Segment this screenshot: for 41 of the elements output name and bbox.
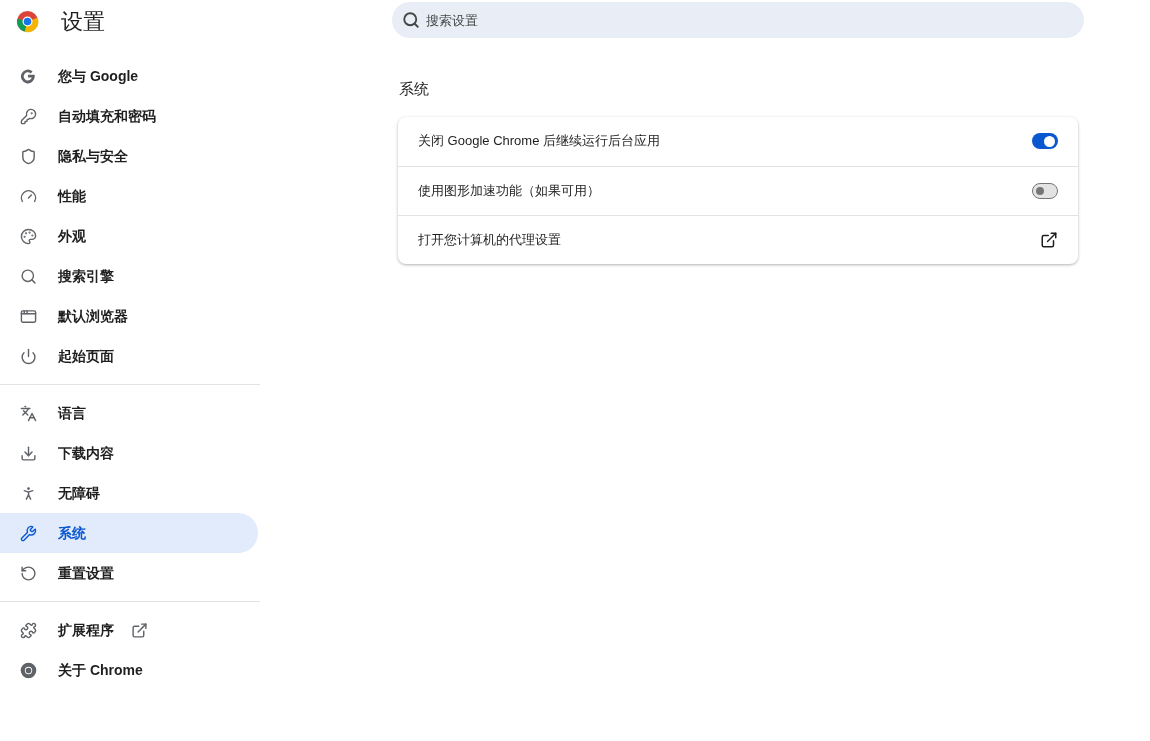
chrome-icon [19, 661, 37, 679]
search-icon [19, 267, 37, 285]
sidebar-item[interactable]: 重置设置 [0, 553, 258, 593]
toggle-switch[interactable] [1032, 182, 1058, 199]
setting-label: 关闭 Google Chrome 后继续运行后台应用 [418, 132, 661, 151]
sidebar-item[interactable]: 默认浏览器 [0, 296, 258, 336]
sidebar-item[interactable]: 隐私与安全 [0, 136, 258, 176]
sidebar-item[interactable]: 自动填充和密码 [0, 96, 258, 136]
sidebar-item[interactable]: 无障碍 [0, 473, 258, 513]
sidebar-item[interactable]: 语言 [0, 393, 258, 433]
page-title: 设置 [61, 7, 105, 36]
window-icon [19, 307, 37, 325]
setting-label: 打开您计算机的代理设置 [418, 230, 562, 249]
key-icon [19, 107, 37, 125]
download-icon [19, 444, 37, 462]
puzzle-icon [19, 621, 37, 639]
sidebar-item[interactable]: 搜索引擎 [0, 256, 258, 296]
palette-icon [19, 227, 37, 245]
sidebar-item[interactable]: 关于 Chrome [0, 650, 258, 690]
chrome-logo-icon [16, 9, 39, 33]
search-field[interactable]: 搜索设置 [392, 2, 1084, 38]
sidebar-item[interactable]: 您与 Google [0, 56, 258, 96]
toggle-switch[interactable] [1032, 133, 1058, 149]
setting-label: 使用图形加速功能（如果可用） [418, 181, 601, 200]
section-title: 系统 [399, 79, 430, 99]
sidebar-item[interactable]: 下载内容 [0, 433, 258, 473]
external-link-icon [131, 621, 148, 639]
sidebar-item[interactable]: 性能 [0, 176, 258, 216]
sidebar-item[interactable]: 系统 [0, 513, 258, 553]
gauge-icon [19, 187, 37, 205]
google-g-icon [19, 67, 37, 85]
external-link-icon[interactable] [1040, 230, 1058, 249]
shield-icon [19, 147, 37, 165]
reset-icon [19, 564, 37, 582]
sidebar-item[interactable]: 起始页面 [0, 336, 258, 376]
sidebar-item[interactable]: 扩展程序 [0, 610, 258, 650]
wrench-icon [19, 524, 37, 542]
search-icon [402, 11, 420, 29]
power-icon [19, 347, 37, 365]
translate-icon [19, 404, 37, 422]
sidebar-item[interactable]: 外观 [0, 216, 258, 256]
